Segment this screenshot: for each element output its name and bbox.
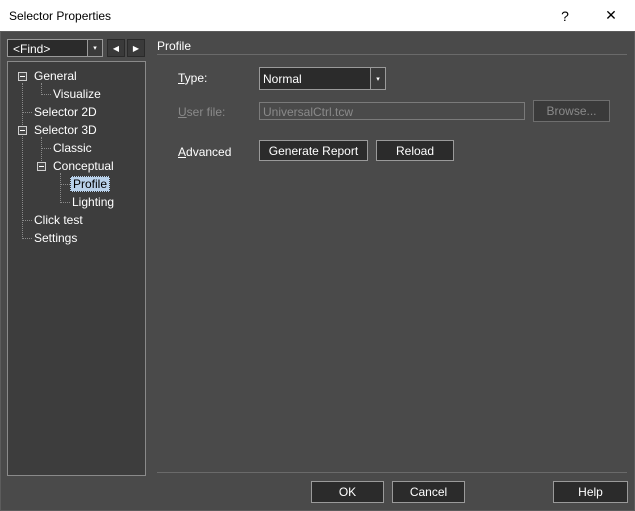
chevron-down-icon[interactable]: ▾ bbox=[87, 40, 102, 56]
tree-item-classic[interactable]: Classic bbox=[53, 139, 92, 157]
chevron-down-icon[interactable]: ▾ bbox=[370, 68, 385, 89]
footer-divider bbox=[157, 472, 627, 473]
userfile-label-accel: U bbox=[178, 105, 187, 119]
tree-connector bbox=[22, 112, 32, 113]
find-value: <Find> bbox=[13, 42, 51, 56]
type-value: Normal bbox=[263, 72, 302, 86]
tree-item-label: Conceptual bbox=[53, 159, 114, 173]
reload-button[interactable]: Reload bbox=[376, 140, 454, 161]
collapse-icon[interactable] bbox=[37, 162, 46, 171]
cancel-button[interactable]: Cancel bbox=[392, 481, 465, 503]
tree-item-label: Lighting bbox=[72, 195, 115, 209]
tree-item-conceptual[interactable]: Conceptual bbox=[53, 157, 114, 175]
type-label-text: ype: bbox=[184, 71, 208, 85]
tree-item-label: Settings bbox=[34, 231, 78, 245]
userfile-label: User file: bbox=[178, 105, 225, 119]
userfile-value: UniversalCtrl.tcw bbox=[263, 105, 354, 119]
tree-connector bbox=[60, 173, 61, 203]
category-tree[interactable]: General Visualize Selector 2D Selector 3… bbox=[7, 61, 146, 476]
tree-connector bbox=[41, 94, 51, 95]
tree-item-lighting[interactable]: Lighting bbox=[72, 193, 114, 211]
collapse-icon[interactable] bbox=[18, 126, 27, 135]
tree-item-click-test[interactable]: Click test bbox=[34, 211, 83, 229]
tree-connector bbox=[60, 202, 70, 203]
page-title: Profile bbox=[157, 39, 192, 53]
browse-button[interactable]: Browse... bbox=[533, 100, 610, 122]
help-icon[interactable]: ? bbox=[542, 0, 588, 31]
close-icon[interactable]: ✕ bbox=[588, 0, 634, 31]
tree-connector bbox=[22, 238, 32, 239]
title-bar: Selector Properties ? ✕ bbox=[0, 0, 635, 31]
find-combobox[interactable]: <Find> ▾ bbox=[7, 39, 103, 57]
advanced-label-text: dvanced bbox=[186, 145, 232, 159]
tree-item-visualize[interactable]: Visualize bbox=[53, 85, 101, 103]
header-divider bbox=[157, 54, 627, 55]
window-title: Selector Properties bbox=[9, 9, 112, 23]
tree-connector bbox=[22, 83, 23, 239]
tree-item-selector-3d[interactable]: Selector 3D bbox=[34, 121, 97, 139]
tree-item-profile[interactable]: Profile bbox=[70, 175, 111, 193]
type-label: Type: bbox=[178, 71, 207, 85]
back-button[interactable]: ◀ bbox=[107, 39, 125, 57]
tree-connector bbox=[41, 148, 51, 149]
tree-item-settings[interactable]: Settings bbox=[34, 229, 77, 247]
userfile-field[interactable]: UniversalCtrl.tcw bbox=[259, 102, 525, 120]
userfile-label-text: ser file: bbox=[186, 105, 226, 119]
generate-report-button[interactable]: Generate Report bbox=[259, 140, 368, 161]
tree-item-label: Selector 2D bbox=[34, 105, 97, 119]
advanced-label-accel: A bbox=[178, 145, 187, 159]
tree-item-label: Classic bbox=[53, 141, 92, 155]
forward-button[interactable]: ▶ bbox=[127, 39, 145, 57]
tree-item-label: Profile bbox=[70, 176, 111, 192]
tree-item-label: General bbox=[34, 69, 77, 83]
ok-button[interactable]: OK bbox=[311, 481, 384, 503]
tree-item-label: Selector 3D bbox=[34, 123, 97, 137]
tree-item-label: Click test bbox=[34, 213, 83, 227]
collapse-icon[interactable] bbox=[18, 72, 27, 81]
tree-item-general[interactable]: General bbox=[34, 67, 77, 85]
advanced-label: Advanced bbox=[178, 145, 231, 159]
tree-connector bbox=[60, 184, 70, 185]
tree-item-selector-2d[interactable]: Selector 2D bbox=[34, 103, 97, 121]
type-label-accel: T bbox=[178, 71, 185, 85]
tree-item-label: Visualize bbox=[53, 87, 101, 101]
help-button[interactable]: Help bbox=[553, 481, 628, 503]
type-select[interactable]: Normal ▾ bbox=[259, 67, 386, 90]
tree-connector bbox=[22, 220, 32, 221]
